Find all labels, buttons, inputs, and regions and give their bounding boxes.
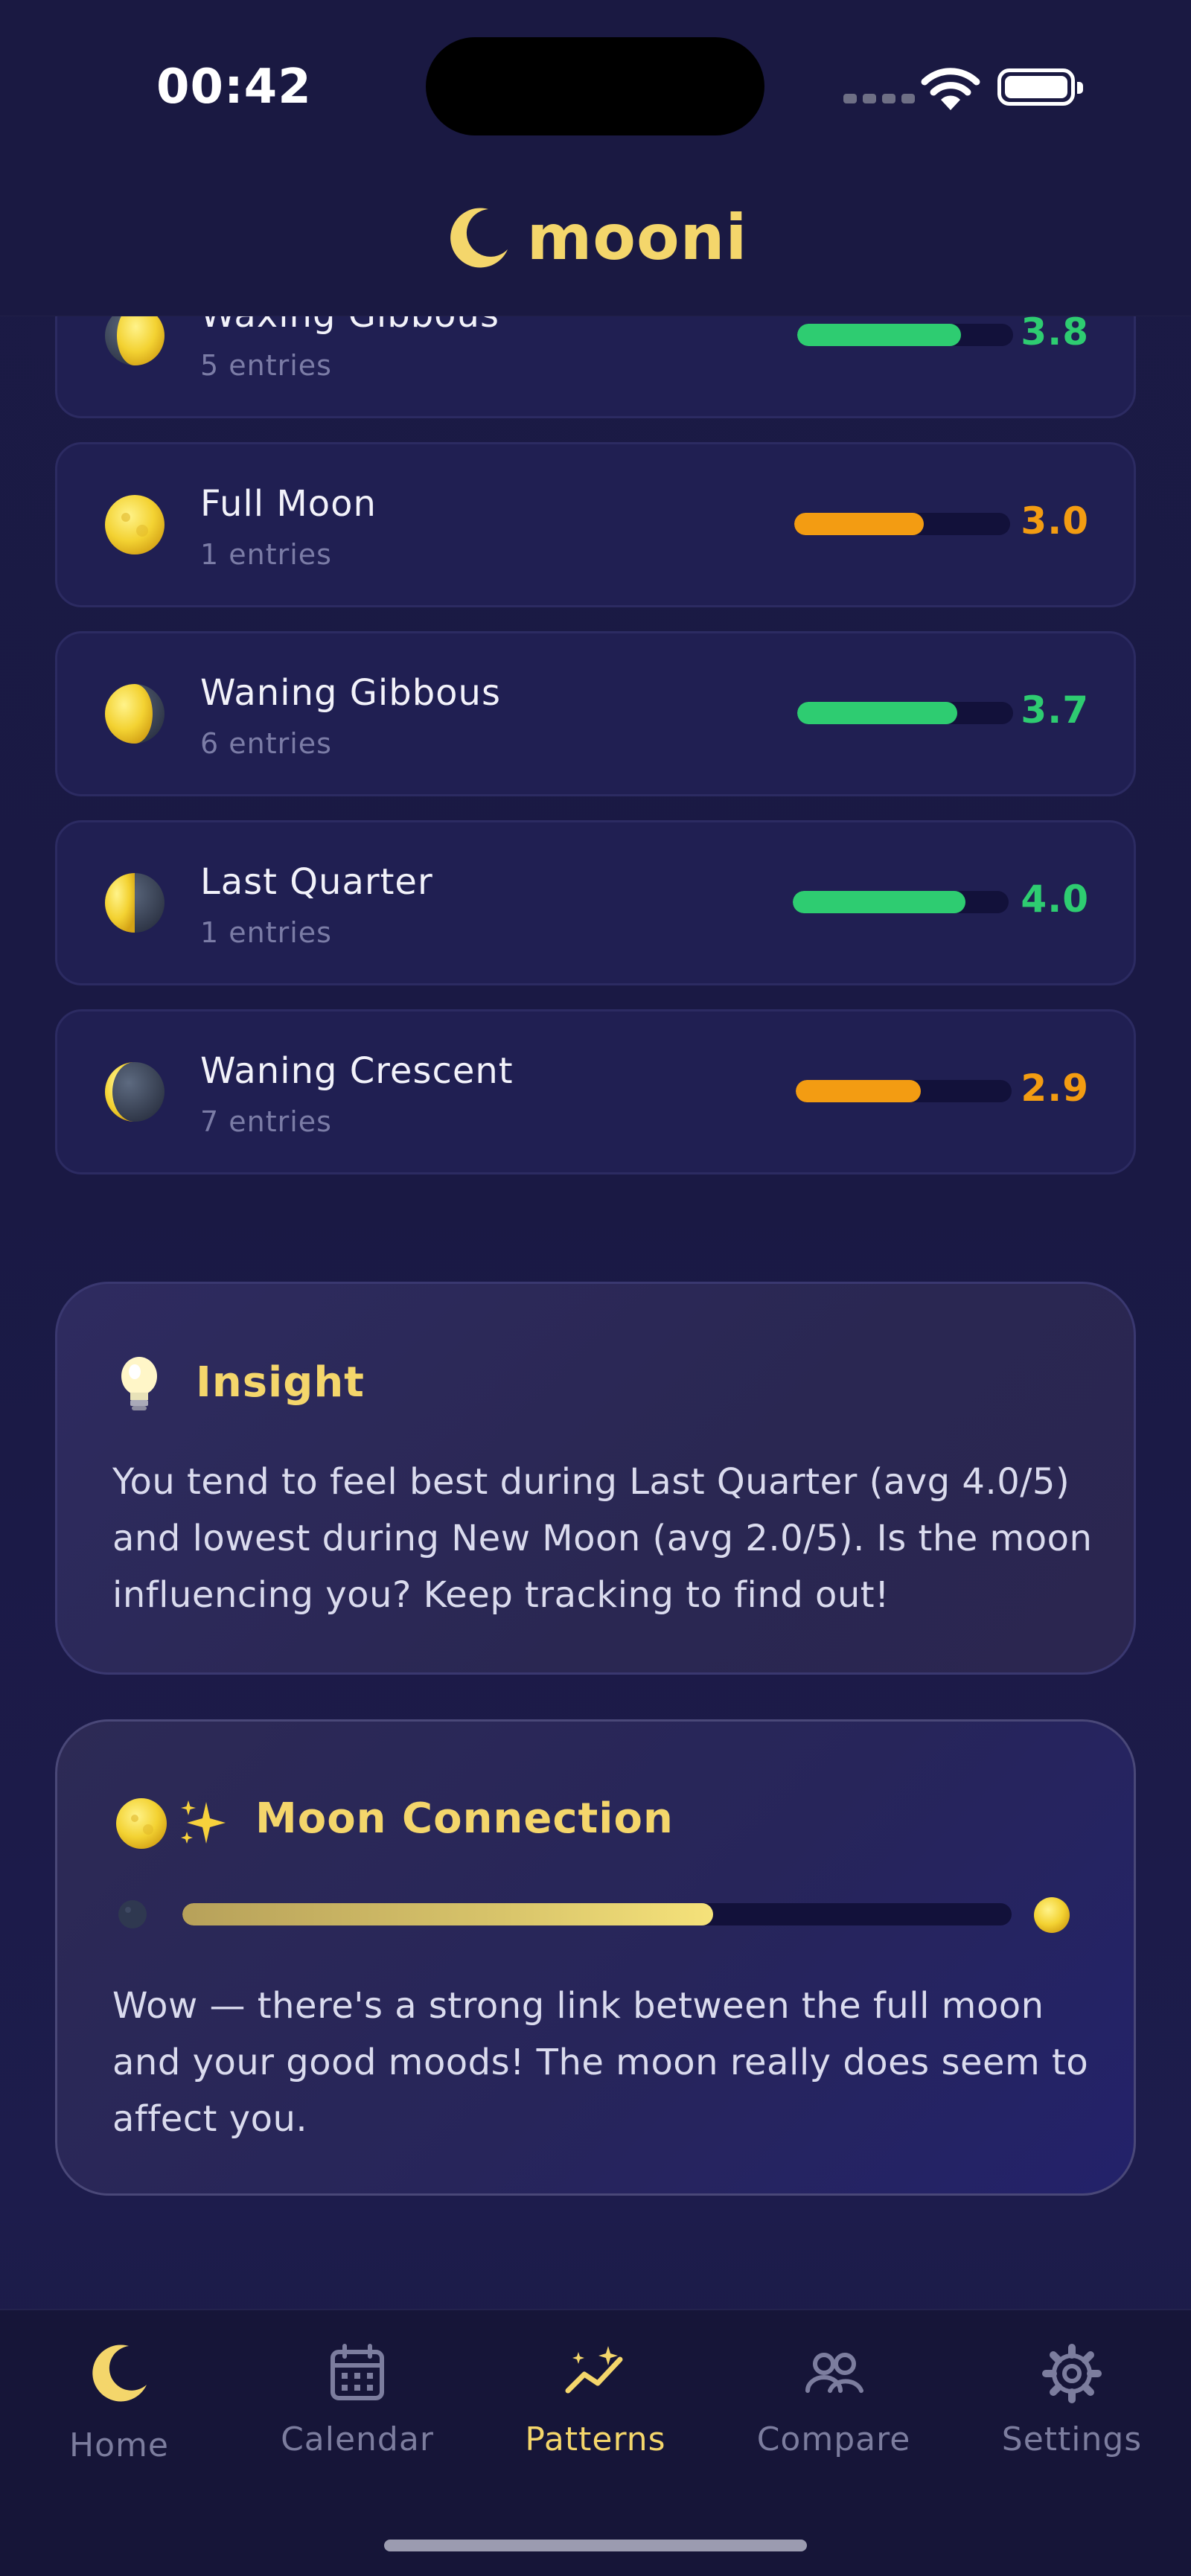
phase-score-bar bbox=[797, 324, 1013, 346]
tab-label: Home bbox=[69, 2426, 169, 2464]
phase-score: 3.8 bbox=[1021, 310, 1089, 354]
tab-home[interactable]: Home bbox=[22, 2342, 216, 2490]
phase-name: Full Moon bbox=[200, 483, 377, 525]
tab-calendar[interactable]: Calendar bbox=[261, 2342, 454, 2490]
new-moon-icon bbox=[118, 1900, 147, 1928]
battery-icon bbox=[997, 68, 1083, 106]
tab-label: Patterns bbox=[525, 2420, 666, 2458]
phase-row-waning-crescent[interactable]: Waning Crescent 7 entries 2.9 bbox=[55, 1009, 1136, 1174]
cellular-signal-icon bbox=[843, 94, 915, 103]
crescent-moon-icon bbox=[450, 208, 508, 268]
phase-score-bar bbox=[794, 513, 1010, 535]
moon-connection-meter bbox=[182, 1903, 1012, 1925]
sparkle-trend-icon bbox=[565, 2346, 623, 2394]
wifi-icon bbox=[921, 68, 980, 110]
phase-entry-count: 5 entries bbox=[200, 349, 332, 382]
full-moon-icon bbox=[105, 495, 165, 554]
home-indicator bbox=[384, 2540, 807, 2551]
phase-score-bar bbox=[797, 702, 1013, 724]
status-time: 00:42 bbox=[156, 60, 312, 115]
tab-label: Compare bbox=[756, 2420, 911, 2458]
full-moon-icon bbox=[1034, 1897, 1070, 1933]
top-bar: 00:42 mooni bbox=[0, 0, 1191, 316]
bottom-tab-bar: Home Calendar Patterns Compare Settings bbox=[0, 2309, 1191, 2576]
moon-connection-card: Moon Connection Wow — there's a strong l… bbox=[55, 1719, 1136, 2196]
tab-label: Calendar bbox=[281, 2420, 434, 2458]
tab-patterns[interactable]: Patterns bbox=[499, 2342, 692, 2490]
app-header: mooni bbox=[0, 201, 1191, 274]
phase-score: 4.0 bbox=[1021, 878, 1089, 921]
insight-card: Insight You tend to feel best during Las… bbox=[55, 1282, 1136, 1675]
sparkles-icon bbox=[181, 1800, 226, 1844]
patterns-screen: 00:42 mooni Waxing Gibbous 5 entries 3.8 bbox=[0, 0, 1191, 2576]
phase-score-bar bbox=[793, 891, 1009, 913]
phase-name: Waning Gibbous bbox=[200, 672, 501, 714]
phase-score: 3.0 bbox=[1021, 499, 1089, 543]
full-moon-icon bbox=[116, 1798, 167, 1849]
phase-entry-count: 1 entries bbox=[200, 916, 332, 949]
insight-text: You tend to feel best during Last Quarte… bbox=[112, 1461, 1093, 1616]
insight-title: Insight bbox=[196, 1358, 365, 1407]
crescent-moon-icon bbox=[92, 2345, 147, 2402]
phase-row-waning-gibbous[interactable]: Waning Gibbous 6 entries 3.7 bbox=[55, 631, 1136, 796]
phase-entry-count: 7 entries bbox=[200, 1105, 332, 1138]
waning-gibbous-moon-icon bbox=[105, 684, 165, 744]
phase-row-full-moon[interactable]: Full Moon 1 entries 3.0 bbox=[55, 442, 1136, 607]
phase-entry-count: 6 entries bbox=[200, 727, 332, 760]
tab-compare[interactable]: Compare bbox=[737, 2342, 930, 2490]
tab-label: Settings bbox=[1001, 2420, 1143, 2458]
tab-settings[interactable]: Settings bbox=[975, 2342, 1169, 2490]
phase-score: 3.7 bbox=[1021, 688, 1089, 732]
phase-row-last-quarter[interactable]: Last Quarter 1 entries 4.0 bbox=[55, 820, 1136, 985]
last-quarter-moon-icon bbox=[105, 873, 165, 933]
lightbulb-icon bbox=[121, 1357, 157, 1410]
waning-crescent-moon-icon bbox=[105, 1062, 165, 1122]
phase-score-bar bbox=[796, 1080, 1012, 1102]
moon-connection-text: Wow — there's a strong link between the … bbox=[112, 1985, 1089, 2140]
dynamic-island bbox=[426, 37, 764, 135]
app-title: mooni bbox=[526, 201, 748, 274]
phase-name: Waning Crescent bbox=[200, 1050, 514, 1092]
people-icon bbox=[805, 2353, 863, 2393]
moon-connection-title: Moon Connection bbox=[255, 1794, 674, 1843]
phase-name: Last Quarter bbox=[200, 861, 433, 903]
calendar-icon bbox=[331, 2344, 384, 2400]
phase-entry-count: 1 entries bbox=[200, 538, 332, 571]
phase-score: 2.9 bbox=[1021, 1067, 1089, 1110]
gear-icon bbox=[1042, 2344, 1102, 2403]
